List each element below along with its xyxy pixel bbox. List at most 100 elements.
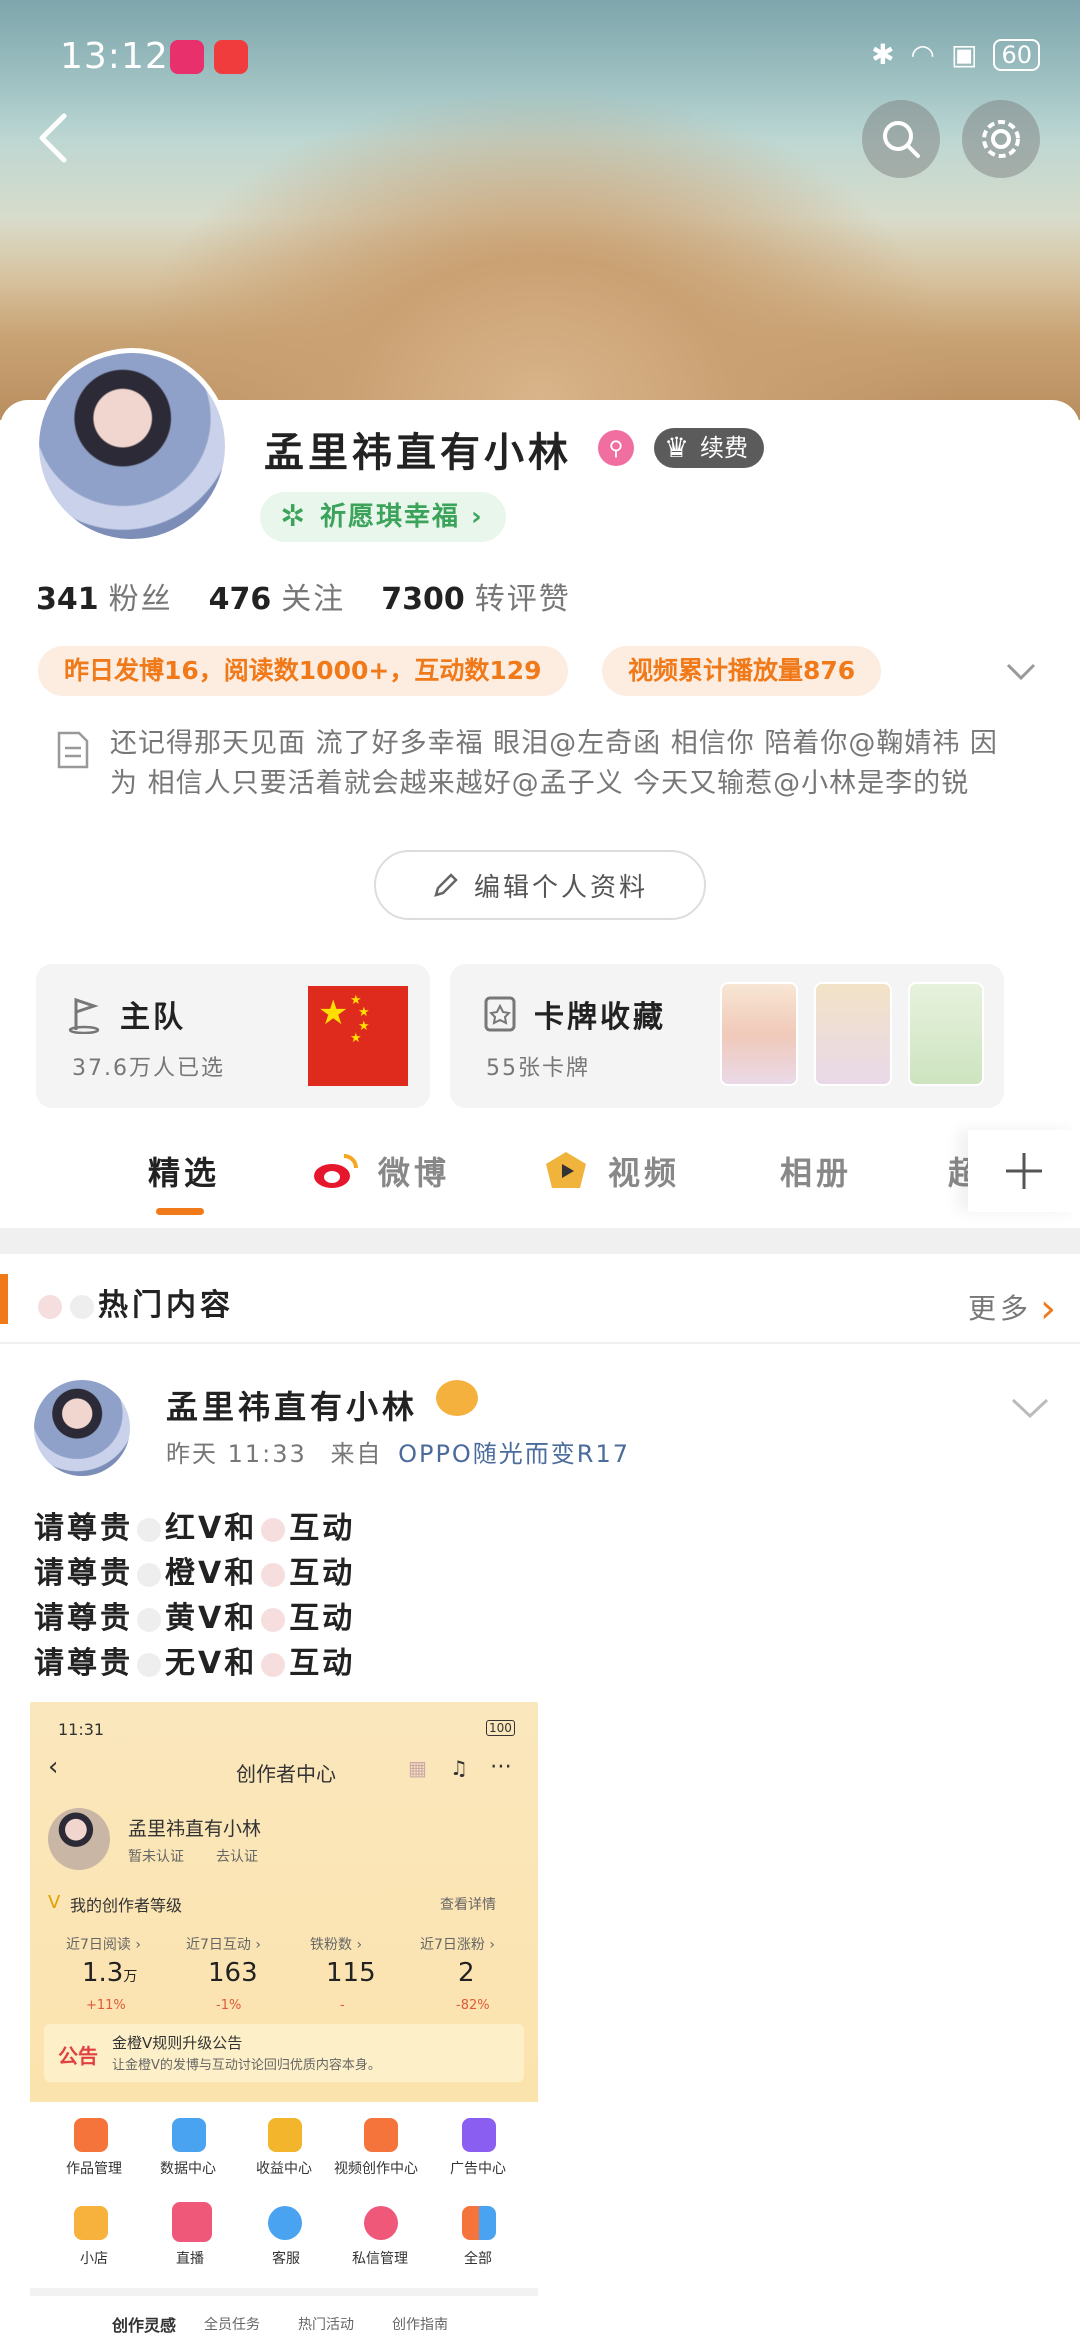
- metric-label: 近7日互动 ›: [186, 1937, 261, 1953]
- metric-label: 近7日涨粉 ›: [420, 1937, 495, 1953]
- embedded-back-icon: ‹: [48, 1752, 59, 1782]
- grid-label: 小店: [80, 2251, 108, 2267]
- wish-tag[interactable]: 祈愿琪幸福 ›: [260, 492, 506, 542]
- flag-pole-icon: [68, 997, 100, 1034]
- nfc-icon: ▣: [950, 38, 978, 71]
- metric-delta: -82%: [456, 1998, 490, 2013]
- embedded-detail: 查看详情: [440, 1897, 496, 1913]
- more-link[interactable]: 更多: [968, 1282, 1060, 1328]
- avatar[interactable]: [34, 348, 230, 544]
- verified-badge-icon[interactable]: ⚲: [598, 430, 634, 466]
- post-author[interactable]: 孟里祎直有小林: [166, 1382, 418, 1428]
- app-notification-icon: [170, 40, 204, 74]
- bluetooth-icon: ✱: [871, 38, 895, 71]
- notice-tag: 公告: [58, 2044, 98, 2068]
- metric-label: 近7日阅读 ›: [66, 1937, 141, 1953]
- ads-icon: [462, 2118, 496, 2152]
- settings-button[interactable]: [962, 100, 1040, 178]
- metric-value: 115: [326, 1958, 376, 1988]
- chevron-down-icon[interactable]: [1006, 662, 1036, 682]
- tab-featured[interactable]: 精选: [148, 1148, 220, 1194]
- embedded-cert-link: 去认证: [216, 1849, 258, 1865]
- post-avatar[interactable]: [34, 1380, 130, 1476]
- stat-following[interactable]: 476 关注: [209, 574, 346, 618]
- collection-card-1[interactable]: [720, 982, 798, 1086]
- embedded-cert: 暂未认证: [128, 1849, 184, 1865]
- embedded-battery: 100: [486, 1720, 515, 1736]
- post-line: 请尊贵 黄V和 互动: [34, 1601, 356, 1636]
- post-line: 请尊贵 无V和 互动: [34, 1646, 356, 1681]
- stat-reposts-likes[interactable]: 7300 转评赞: [381, 574, 571, 618]
- wifi-icon: ◠: [910, 38, 935, 71]
- income-icon: [268, 2118, 302, 2152]
- card-collection-icon: [484, 996, 516, 1032]
- grid-label: 数据中心: [160, 2161, 216, 2177]
- grid-label: 直播: [176, 2251, 204, 2267]
- add-tab-button[interactable]: [968, 1130, 1080, 1212]
- grid-label: 广告中心: [450, 2161, 506, 2177]
- video-plays-pill[interactable]: 视频累计播放量876: [602, 646, 882, 696]
- all-icon: [462, 2206, 496, 2240]
- pencil-icon: [434, 873, 458, 897]
- grid-label: 客服: [272, 2251, 300, 2267]
- weibo-icon: [312, 1150, 360, 1190]
- post-menu-chevron-icon[interactable]: [1010, 1396, 1050, 1420]
- grid-label: 私信管理: [352, 2251, 408, 2267]
- yesterday-stats-pill[interactable]: 昨日发博16，阅读数1000+，互动数129: [38, 646, 568, 696]
- embedded-tab: 全员任务: [204, 2317, 260, 2333]
- battery-indicator: 60: [993, 38, 1040, 71]
- post-source[interactable]: OPPO随光而变R17: [398, 1440, 630, 1468]
- post-from: 来自: [330, 1440, 383, 1468]
- plus-icon: [1006, 1153, 1042, 1189]
- embedded-tab: 创作灵感: [112, 2316, 177, 2335]
- post-image[interactable]: 11:31 100 ‹ 创作者中心 ▦ ♫ ⋯ 孟里祎直有小林 暂未认证 去认证…: [30, 1702, 538, 2340]
- grid-label: 收益中心: [256, 2161, 312, 2177]
- video-icon: [544, 1150, 588, 1190]
- china-flag: ★ ★ ★ ★ ★: [308, 986, 408, 1086]
- metric-value: 2: [458, 1958, 475, 1988]
- bio-document-icon: [57, 731, 89, 769]
- search-icon: [883, 121, 920, 158]
- music-app-icon: [214, 40, 248, 74]
- search-button[interactable]: [862, 100, 940, 178]
- edit-profile-button[interactable]: 编辑个人资料: [374, 850, 706, 920]
- edit-profile-label: 编辑个人资料: [473, 872, 648, 903]
- back-icon[interactable]: [34, 108, 74, 168]
- embedded-user: 孟里祎直有小林: [128, 1818, 262, 1840]
- collection-title: 卡牌收藏: [534, 1000, 666, 1035]
- divider: [0, 1342, 1080, 1344]
- embedded-tab: 创作指南: [392, 2317, 448, 2333]
- collection-card-2[interactable]: [814, 982, 892, 1086]
- embedded-tab: 热门活动: [298, 2317, 354, 2333]
- embedded-time: 11:31: [58, 1720, 105, 1739]
- post-line: 请尊贵 橙V和 互动: [34, 1556, 356, 1591]
- emoji-icon: [70, 1294, 94, 1319]
- tab-video[interactable]: 视频: [608, 1148, 680, 1194]
- tab-album[interactable]: 相册: [780, 1148, 852, 1194]
- collection-card-3[interactable]: [908, 982, 984, 1086]
- vip-renew-badge[interactable]: 续费: [654, 428, 764, 468]
- service-icon: [268, 2206, 302, 2240]
- emoji-icon: [38, 1294, 62, 1319]
- metric-delta: -: [340, 1998, 345, 2013]
- stat-followers[interactable]: 341 粉丝: [36, 574, 173, 618]
- hot-content-title: 热门内容: [34, 1280, 234, 1324]
- hot-title-text: 热门内容: [98, 1288, 234, 1323]
- embedded-level-label: 我的创作者等级: [70, 1896, 183, 1915]
- video-create-icon: [364, 2118, 398, 2152]
- grid-label: 全部: [464, 2251, 492, 2267]
- notice-body: 让金橙V的发博与互动讨论回归优质内容本身。: [112, 2058, 381, 2073]
- hot-accent-bar: [0, 1274, 8, 1324]
- metric-label: 铁粉数 ›: [310, 1937, 363, 1953]
- tab-weibo[interactable]: 微博: [378, 1148, 450, 1194]
- section-divider: [0, 1228, 1080, 1254]
- qr-icon: ▦: [408, 1756, 427, 1780]
- status-icons: ✱ ◠ ▣ 60: [871, 38, 1040, 71]
- profile-bio: 还记得那天见面 流了好多幸福 眼泪@左奇函 相信你 陪着你@鞠婧祎 因为 相信人…: [110, 728, 998, 799]
- collection-sub: 55张卡牌: [486, 1056, 590, 1081]
- post-text: 请尊贵 红V和 互动 请尊贵 橙V和 互动 请尊贵 黄V和 互动 请尊贵 无V和 互动: [34, 1506, 355, 1686]
- metric-value: 1.3万: [82, 1958, 138, 1988]
- metric-value: 163: [208, 1958, 258, 1988]
- metric-delta: +11%: [86, 1998, 126, 2013]
- gear-icon: [982, 120, 1020, 158]
